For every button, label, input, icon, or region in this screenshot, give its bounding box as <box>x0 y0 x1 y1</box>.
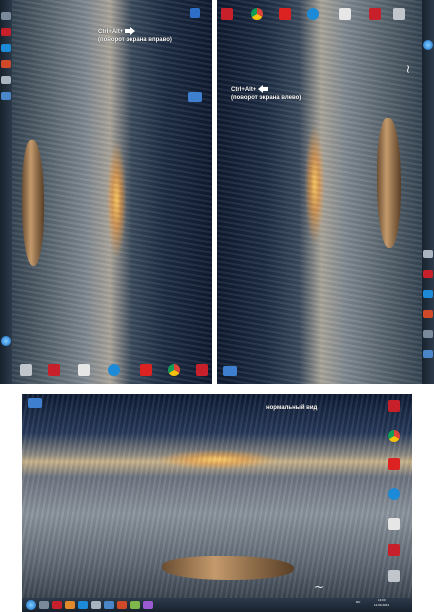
skype-icon[interactable] <box>108 364 120 376</box>
taskbar-button[interactable] <box>143 601 153 609</box>
taskbar-button[interactable] <box>1 92 11 100</box>
wordpad-icon[interactable] <box>339 8 351 20</box>
caption-normal: нормальный вид <box>266 405 318 411</box>
recycle-bin-icon[interactable] <box>388 544 400 556</box>
caption-description: (поворот экрана влево) <box>231 95 302 101</box>
folder-icon[interactable] <box>190 8 200 18</box>
chrome-icon[interactable] <box>251 8 263 20</box>
language-indicator[interactable]: RU <box>356 600 360 604</box>
trash-icon[interactable] <box>388 570 400 582</box>
ccleaner-icon[interactable] <box>221 8 233 20</box>
computer-icon[interactable] <box>28 398 42 408</box>
clock-date[interactable]: 12.09.2013 <box>374 603 389 607</box>
clock-time[interactable]: 13:00 <box>378 598 386 602</box>
driftwood <box>377 118 401 248</box>
monitor-icon[interactable] <box>188 92 202 102</box>
recycle-bin-icon[interactable] <box>20 364 32 376</box>
taskbar <box>422 0 434 384</box>
taskbar <box>0 0 12 384</box>
taskbar-button[interactable] <box>104 601 114 609</box>
taskbar-button[interactable] <box>423 250 433 258</box>
skype-icon[interactable] <box>307 8 319 20</box>
taskbar-button[interactable] <box>1 12 11 20</box>
taskbar-button[interactable] <box>1 76 11 84</box>
taskbar-button[interactable] <box>91 601 101 609</box>
taskbar-button[interactable] <box>52 601 62 609</box>
trash-icon[interactable] <box>393 8 405 20</box>
opera-icon[interactable] <box>140 364 152 376</box>
start-button[interactable] <box>1 336 11 346</box>
caption-rotate-right: Ctrl+Alt+ (поворот экрана вправо) <box>98 27 172 44</box>
arrow-right-icon <box>125 27 136 36</box>
wordpad-icon[interactable] <box>388 518 400 530</box>
caption-keys: Ctrl+Alt+ <box>231 87 257 93</box>
arrow-left-icon <box>258 85 269 94</box>
opera-icon[interactable] <box>388 458 400 470</box>
start-button[interactable] <box>423 40 433 50</box>
computer-icon[interactable] <box>196 364 208 376</box>
taskbar-button[interactable] <box>78 601 88 609</box>
caption-keys: Ctrl+Alt+ <box>98 29 124 35</box>
taskbar-button[interactable] <box>423 350 433 358</box>
caption-description: (поворот экрана вправо) <box>98 37 172 43</box>
taskbar-button[interactable] <box>39 601 49 609</box>
screen-normal: ~ нормальный вид RU 13:00 12.09.2013 <box>22 394 412 612</box>
ccleaner-icon[interactable] <box>388 400 400 412</box>
driftwood <box>162 556 294 580</box>
taskbar-button[interactable] <box>1 28 11 36</box>
chrome-icon[interactable] <box>168 364 180 376</box>
taskbar <box>22 598 412 612</box>
screen-rotated-right: ~ Ctrl+Alt+ (поворот экрана вправо) <box>0 0 212 384</box>
opera-icon[interactable] <box>279 8 291 20</box>
signature: ~ <box>401 63 416 75</box>
taskbar-button[interactable] <box>423 270 433 278</box>
signature: ~ <box>314 580 325 594</box>
taskbar-button[interactable] <box>65 601 75 609</box>
caption-rotate-left: Ctrl+Alt+ (поворот экрана влево) <box>231 85 302 102</box>
taskbar-button[interactable] <box>423 330 433 338</box>
taskbar-button[interactable] <box>423 310 433 318</box>
driftwood <box>22 140 44 266</box>
screen-rotated-left: ~ Ctrl+Alt+ (поворот экрана влево) <box>217 0 434 384</box>
start-button[interactable] <box>26 600 36 610</box>
recycle-bin-icon[interactable] <box>369 8 381 20</box>
chrome-icon[interactable] <box>388 430 400 442</box>
taskbar-button[interactable] <box>1 60 11 68</box>
taskbar-button[interactable] <box>117 601 127 609</box>
taskbar-button[interactable] <box>423 290 433 298</box>
skype-icon[interactable] <box>388 488 400 500</box>
taskbar-button[interactable] <box>130 601 140 609</box>
taskbar-button[interactable] <box>1 44 11 52</box>
wordpad-icon[interactable] <box>78 364 90 376</box>
monitor-icon[interactable] <box>223 366 237 376</box>
ccleaner-icon[interactable] <box>48 364 60 376</box>
